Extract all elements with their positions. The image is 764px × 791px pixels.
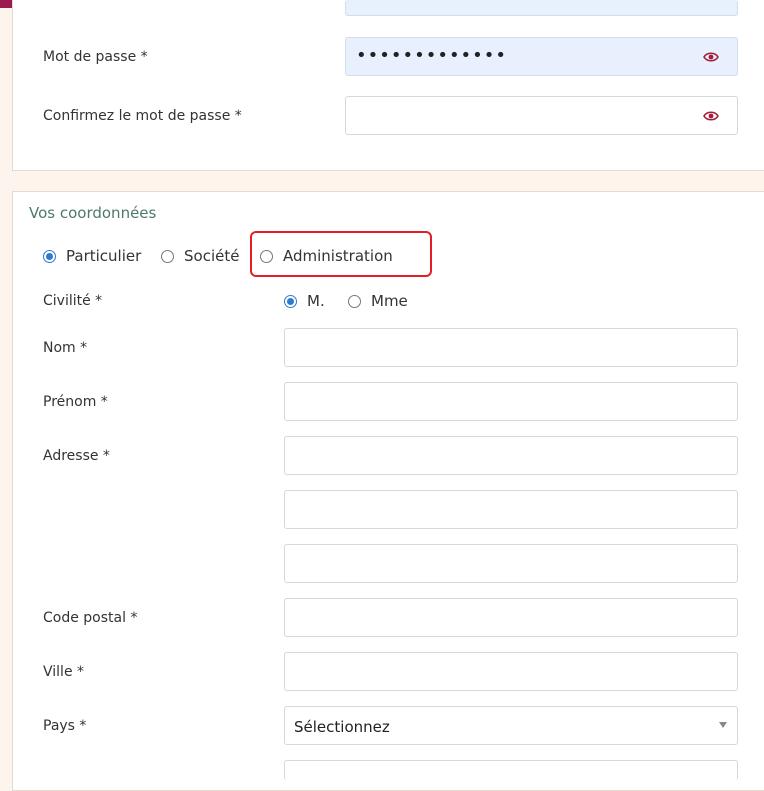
account-panel: Mot de passe * ••••••••••••• Confirmez l… [12,0,764,171]
prenom-label: Prénom * [43,394,108,410]
password-value: ••••••••••••• [356,45,508,66]
pays-label: Pays * [43,718,87,734]
section-title: Vos coordonnées [29,204,157,222]
next-field[interactable] [284,760,738,780]
civility-m-option[interactable]: M. [284,292,325,310]
mme-label: Mme [371,292,408,310]
particulier-radio[interactable] [43,249,56,263]
societe-radio[interactable] [161,249,174,263]
code-postal-field[interactable] [284,598,738,637]
m-radio[interactable] [284,294,297,308]
nom-label: Nom * [43,340,88,356]
adresse-line1-field[interactable] [284,436,738,475]
societe-label: Société [184,247,240,265]
password-label: Mot de passe * [43,49,148,65]
prenom-field[interactable] [284,382,738,421]
password-field[interactable]: ••••••••••••• [345,37,738,76]
type-particulier-option[interactable]: Particulier [43,247,141,265]
show-confirm-password-eye-icon[interactable] [703,110,719,122]
adresse-line3-field[interactable] [284,544,738,583]
administration-highlight-box [250,231,432,277]
pays-selected-value: Sélectionnez [294,718,390,736]
show-password-eye-icon[interactable] [703,51,719,63]
previous-field[interactable] [345,0,738,16]
adresse-label: Adresse * [43,448,110,464]
mme-radio[interactable] [348,294,361,308]
confirm-password-field[interactable] [345,96,738,135]
particulier-label: Particulier [66,247,142,265]
code-postal-label: Code postal * [43,610,138,626]
confirm-password-label: Confirmez le mot de passe * [43,108,242,124]
civility-mme-option[interactable]: Mme [348,292,408,310]
civility-label: Civilité * [43,293,103,309]
adresse-line2-field[interactable] [284,490,738,529]
ville-field[interactable] [284,652,738,691]
nom-field[interactable] [284,328,738,367]
ville-label: Ville * [43,664,85,680]
m-label: M. [307,292,325,310]
pays-select[interactable]: Sélectionnez [284,706,738,745]
dropdown-arrow-icon [719,722,727,728]
type-societe-option[interactable]: Société [161,247,239,265]
